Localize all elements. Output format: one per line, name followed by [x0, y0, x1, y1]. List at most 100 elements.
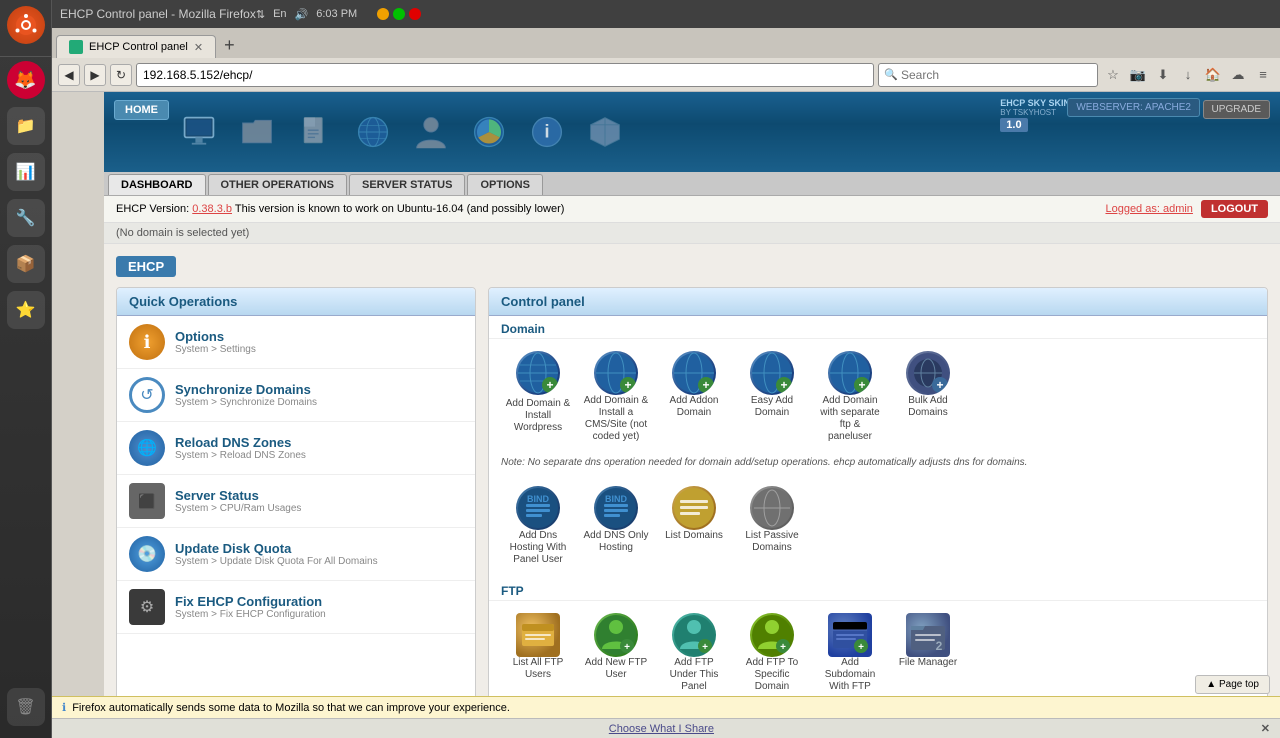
svg-text:+: +	[702, 378, 709, 392]
back-btn[interactable]: ◀	[58, 64, 80, 86]
forward-btn[interactable]: ▶	[84, 64, 106, 86]
app-icon-2[interactable]: 📁	[7, 107, 45, 145]
header-icon-folder[interactable]	[232, 107, 282, 157]
header-icon-globe[interactable]	[348, 107, 398, 157]
quick-operations-panel: Quick Operations ℹ Options System > Sett…	[116, 287, 476, 738]
cp-icon-list-passive[interactable]: List Passive Domains	[735, 482, 809, 570]
svg-text:2: 2	[936, 639, 943, 653]
header-icon-person[interactable]	[406, 107, 456, 157]
app-icon-7[interactable]: 🗑	[7, 688, 45, 726]
svg-text:+: +	[624, 378, 631, 392]
control-panel-title: Control panel	[489, 288, 1267, 316]
cp-icon-dns-only[interactable]: BIND Add DNS Only Hosting	[579, 482, 653, 570]
cp-icon-add-domain-cms[interactable]: + Add Domain & Install a CMS/Site (not c…	[579, 347, 653, 447]
page-top-btn[interactable]: ▲ Page top	[1195, 675, 1270, 694]
language-icon: En	[273, 8, 286, 21]
app-icon-5[interactable]: 📦	[7, 245, 45, 283]
address-bar[interactable]	[136, 63, 874, 87]
quick-op-sync[interactable]: ↺ Synchronize Domains System > Synchroni…	[117, 369, 475, 422]
sync-icon[interactable]: ☁	[1227, 64, 1249, 86]
browser-tab[interactable]: EHCP Control panel ✕	[56, 35, 216, 58]
app-icon-6[interactable]: ⭐	[7, 291, 45, 329]
share-close-btn[interactable]: ✕	[1261, 722, 1270, 735]
volume-icon: 🔊	[295, 8, 309, 21]
info-icon: ℹ	[62, 701, 66, 714]
svg-text:+: +	[624, 642, 630, 653]
header-icon-package[interactable]	[580, 107, 630, 157]
tab-close-btn[interactable]: ✕	[194, 41, 203, 54]
reload-btn[interactable]: ↻	[110, 64, 132, 86]
panels-row: Quick Operations ℹ Options System > Sett…	[116, 287, 1268, 738]
page-content: HOME	[104, 92, 1280, 738]
pocket-icon[interactable]: ⬇	[1152, 64, 1174, 86]
quick-op-options[interactable]: ℹ Options System > Settings	[117, 316, 475, 369]
firefox-info-bar: ℹ Firefox automatically sends some data …	[52, 696, 1280, 718]
tab-server-status[interactable]: SERVER STATUS	[349, 174, 465, 195]
quick-op-fix[interactable]: ⚙ Fix EHCP Configuration System > Fix EH…	[117, 581, 475, 634]
cp-icon-add-ftp-user[interactable]: + Add New FTP User	[579, 609, 653, 697]
menu-icon[interactable]: ≡	[1252, 64, 1274, 86]
quick-op-dns[interactable]: 🌐 Reload DNS Zones System > Reload DNS Z…	[117, 422, 475, 475]
app-icon-3[interactable]: 📊	[7, 153, 45, 191]
choose-share-link[interactable]: Choose What I Share	[609, 723, 714, 735]
browser-title: EHCP Control panel - Mozilla Firefox	[60, 7, 256, 21]
ftp-icons-row: List All FTP Users + Add New FTP User +	[489, 601, 1267, 705]
ftp-section-title: FTP	[489, 578, 1267, 601]
new-tab-btn[interactable]: +	[216, 32, 243, 58]
tab-options[interactable]: OPTIONS	[467, 174, 543, 195]
browser-chrome: EHCP Control panel - Mozilla Firefox ⇅ E…	[52, 0, 1280, 738]
tab-other-ops[interactable]: OTHER OPERATIONS	[208, 174, 347, 195]
tab-label: EHCP Control panel	[89, 41, 188, 53]
svg-text:i: i	[544, 121, 549, 141]
nav-icons: ☆ 📷 ⬇ ↓ 🏠 ☁ ≡	[1102, 64, 1274, 86]
search-wrap: 🔍	[878, 63, 1098, 87]
nav-tabs-bar: DASHBOARD OTHER OPERATIONS SERVER STATUS…	[104, 172, 1280, 196]
header-icon-info[interactable]: i	[522, 107, 572, 157]
header-icon-chart[interactable]	[464, 107, 514, 157]
cp-icon-dns-hosting[interactable]: BIND Add Dns Hosting With Panel User	[501, 482, 575, 570]
bookmark-icon[interactable]: ☆	[1102, 64, 1124, 86]
svg-text:+: +	[780, 642, 786, 653]
search-input[interactable]	[878, 63, 1098, 87]
ehcp-badge: EHCP	[116, 256, 176, 277]
cp-icon-bulk-add[interactable]: + Bulk Add Domains	[891, 347, 965, 447]
cp-icon-file-manager[interactable]: 2 File Manager	[891, 609, 965, 697]
ubuntu-icon[interactable]	[7, 6, 45, 44]
cp-icon-add-addon[interactable]: + Add Addon Domain	[657, 347, 731, 447]
close-btn[interactable]	[409, 8, 421, 20]
screenshot-icon[interactable]: 📷	[1127, 64, 1149, 86]
tab-dashboard[interactable]: DASHBOARD	[108, 174, 206, 195]
version-link[interactable]: 0.38.3.b	[192, 203, 232, 215]
domain-bar: (No domain is selected yet)	[104, 223, 1280, 244]
cp-icon-add-ftp-domain[interactable]: + Add FTP To Specific Domain	[735, 609, 809, 697]
cp-icon-list-ftp[interactable]: List All FTP Users	[501, 609, 575, 697]
download-icon[interactable]: ↓	[1177, 64, 1199, 86]
header-icon-document[interactable]	[290, 107, 340, 157]
cp-icon-add-ftp-panel[interactable]: + Add FTP Under This Panel	[657, 609, 731, 697]
cp-icon-add-domain-wp[interactable]: + Add Domain & Install Wordpress	[501, 347, 575, 447]
quick-op-server[interactable]: ⬛ Server Status System > CPU/Ram Usages	[117, 475, 475, 528]
cp-icon-list-domains[interactable]: List Domains	[657, 482, 731, 570]
cp-icon-easy-add[interactable]: + Easy Add Domain	[735, 347, 809, 447]
quick-op-disk[interactable]: 💿 Update Disk Quota System > Update Disk…	[117, 528, 475, 581]
upgrade-btn[interactable]: UPGRADE	[1203, 100, 1270, 119]
clock: 6:03 PM	[316, 8, 357, 21]
skin-info: EHCP SKY SKIN BY TSKYHOST 1.0	[1000, 98, 1070, 132]
sync-icon: ↺	[129, 377, 165, 413]
logout-button[interactable]: LOGOUT	[1201, 200, 1268, 218]
admin-link[interactable]: admin	[1163, 203, 1193, 215]
header-icon-monitor[interactable]	[174, 107, 224, 157]
home-button[interactable]: HOME	[114, 100, 169, 120]
home-nav-icon[interactable]: 🏠	[1202, 64, 1224, 86]
svg-text:+: +	[936, 378, 943, 392]
svg-text:+: +	[546, 378, 553, 392]
app-icon-4[interactable]: 🔧	[7, 199, 45, 237]
cp-icon-add-domain-ftp[interactable]: + Add Domain with separate ftp & panelus…	[813, 347, 887, 447]
app-icon-1[interactable]: 🦊	[7, 61, 45, 99]
cp-icon-add-subdomain[interactable]: + Add Subdomain With FTP	[813, 609, 887, 697]
svg-text:+: +	[780, 378, 787, 392]
minimize-btn[interactable]	[377, 8, 389, 20]
maximize-btn[interactable]	[393, 8, 405, 20]
webserver-btn[interactable]: WEBSERVER: APACHE2	[1067, 98, 1200, 117]
system-tray: ⇅ En 🔊 6:03 PM	[256, 8, 357, 21]
